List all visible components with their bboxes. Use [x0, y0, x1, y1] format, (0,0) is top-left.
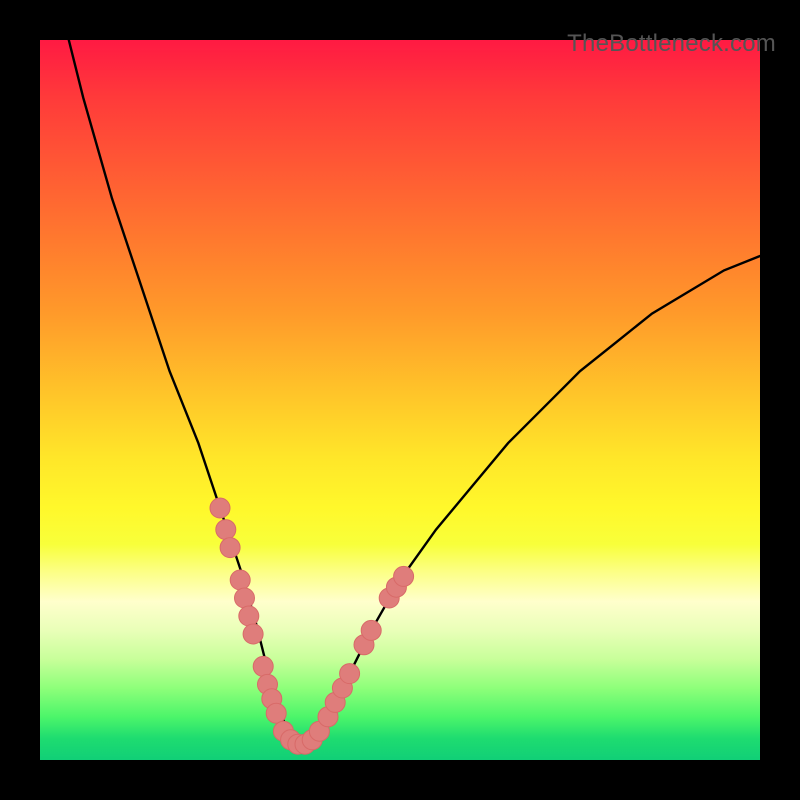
marker-left-cluster-7: [243, 624, 263, 644]
marker-right-cluster-9: [394, 566, 414, 586]
chart-overlay-svg: [40, 40, 760, 760]
marker-left-cluster-5: [235, 588, 255, 608]
marker-right-cluster-4: [340, 664, 360, 684]
marker-left-cluster-4: [230, 570, 250, 590]
watermark-text: TheBottleneck.com: [567, 30, 776, 58]
marker-group: [210, 498, 414, 754]
marker-right-cluster-6: [361, 620, 381, 640]
marker-left-cluster-11: [266, 703, 286, 723]
bottleneck-curve: [69, 40, 760, 746]
marker-left-cluster-3: [220, 538, 240, 558]
marker-left-cluster-8: [253, 656, 273, 676]
marker-left-cluster-6: [239, 606, 259, 626]
marker-left-cluster-2: [216, 520, 236, 540]
marker-left-cluster-1: [210, 498, 230, 518]
chart-frame: TheBottleneck.com: [0, 0, 800, 800]
